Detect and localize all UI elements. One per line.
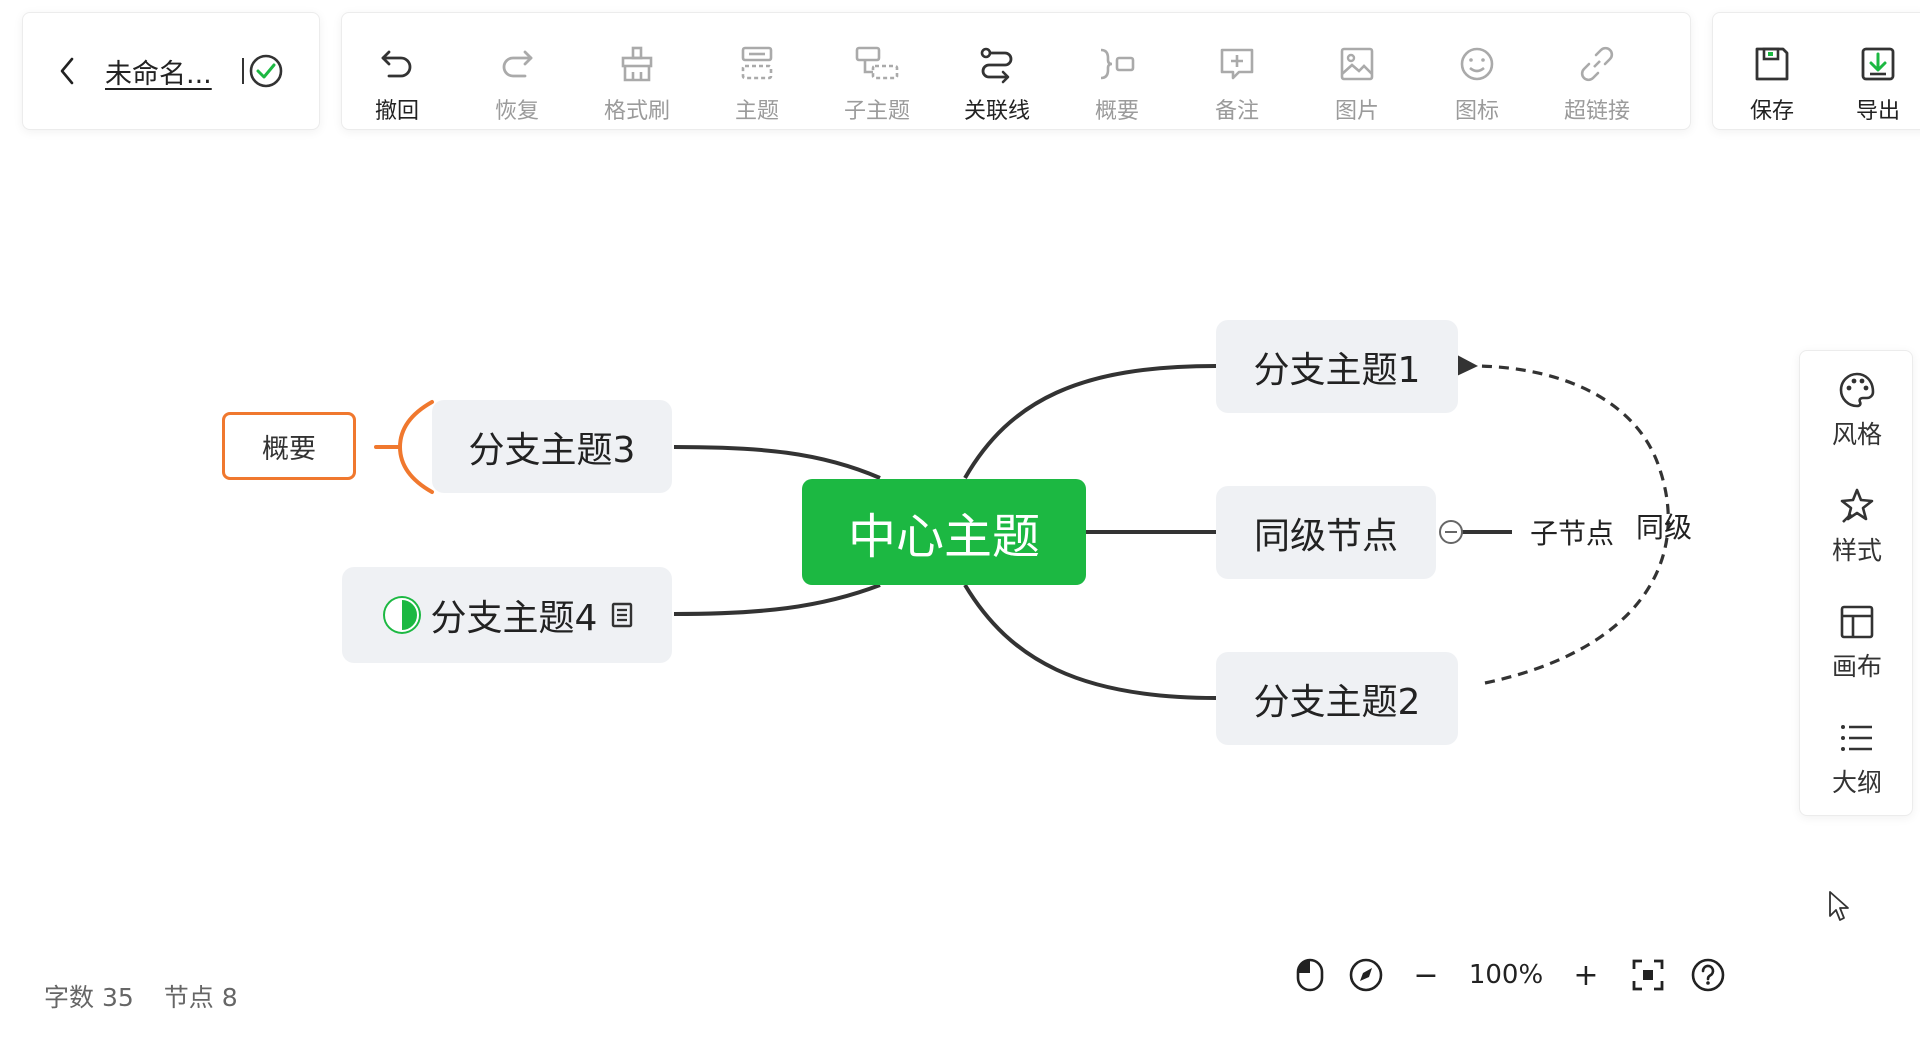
zoom-in-button[interactable]: +: [1566, 955, 1606, 995]
sidebar-item-label: 画布: [1831, 652, 1882, 681]
redo-icon: [502, 50, 533, 78]
branch-topic-2-node[interactable]: 分支主题2: [1216, 652, 1458, 745]
export-icon: [1861, 47, 1895, 81]
emoji-icon: [1460, 47, 1494, 81]
summary-label: 概要: [1094, 99, 1139, 124]
layout-icon: [1840, 605, 1874, 639]
connector-branch3: [673, 445, 881, 480]
hyperlink-icon: [1580, 46, 1614, 82]
note-label: 备注: [1214, 99, 1259, 124]
save-icon: [1755, 47, 1789, 81]
relation-line-label: 关联线: [963, 99, 1030, 124]
toolbar: 撤回 恢复 格式刷 主题 子主题 关联线 概要 备注 图片 图标 超链接: [341, 12, 1691, 130]
emoji-button[interactable]: 图标: [1422, 13, 1532, 131]
image-label: 图片: [1334, 99, 1379, 124]
status-bar: 字数 35 节点 8: [44, 978, 238, 1014]
subtopic-button[interactable]: 子主题: [822, 13, 932, 131]
document-title[interactable]: 未命名...: [105, 52, 212, 91]
branch-topic-4-node[interactable]: 分支主题4: [342, 567, 672, 663]
redo-label: 恢复: [494, 99, 539, 124]
mindmap-canvas[interactable]: 中心主题 分支主题1 同级节点 分支主题2 分支主题3 分支主题4 概要 子节点…: [0, 140, 1920, 920]
undo-icon: [381, 50, 412, 78]
format-painter-label: 格式刷: [603, 99, 670, 124]
outline-icon: [1841, 725, 1872, 751]
topic-label: 主题: [734, 99, 779, 124]
summary-brace: [374, 400, 434, 494]
sidebar-item-canvas[interactable]: 画布: [1800, 583, 1914, 693]
center-topic-node[interactable]: 中心主题: [802, 479, 1086, 585]
summary-button[interactable]: 概要: [1062, 13, 1172, 131]
palette-icon: [1839, 372, 1875, 408]
undo-button[interactable]: 撤回: [342, 13, 452, 131]
subtopic-label: 子主题: [843, 99, 910, 124]
zoom-controls: − 100% +: [1290, 955, 1750, 995]
document-title-panel: 未命名...: [22, 12, 320, 130]
note-button[interactable]: 备注: [1182, 13, 1292, 131]
summary-icon: [1100, 48, 1135, 80]
undo-label: 撤回: [374, 99, 419, 124]
mouse-pointer-icon: [1829, 891, 1849, 921]
topic-icon: [741, 46, 773, 80]
node-count: 节点 8: [163, 983, 238, 1012]
sidebar-item-style[interactable]: 样式: [1800, 467, 1914, 577]
save-label: 保存: [1749, 99, 1794, 124]
sidebar-item-theme[interactable]: 风格: [1800, 351, 1914, 461]
sidebar-item-label: 大纲: [1831, 768, 1882, 797]
format-painter-button[interactable]: 格式刷: [582, 13, 692, 131]
fit-screen-button[interactable]: [1628, 955, 1668, 995]
subtopic-icon: [855, 46, 899, 80]
text-cursor: [241, 58, 244, 84]
style-icon: [1840, 488, 1874, 523]
zoom-level[interactable]: 100%: [1456, 955, 1556, 995]
mouse-icon: [1296, 958, 1324, 992]
right-side-panel: 风格 样式 画布 大纲: [1799, 350, 1913, 816]
relation-line-button[interactable]: 关联线: [942, 13, 1052, 131]
saved-check-icon: [248, 53, 284, 89]
note-indicator-icon[interactable]: [611, 602, 633, 628]
hyperlink-button[interactable]: 超链接: [1542, 13, 1652, 131]
connector-branch2: [963, 583, 1217, 700]
sibling-node[interactable]: 同级节点: [1216, 486, 1436, 579]
image-button[interactable]: 图片: [1302, 13, 1412, 131]
sidebar-item-label: 样式: [1831, 536, 1882, 565]
relation-line-icon: [980, 47, 1013, 84]
help-icon: [1691, 958, 1725, 992]
relation-line-label[interactable]: 同级: [1636, 506, 1692, 546]
redo-button[interactable]: 恢复: [462, 13, 572, 131]
sidebar-item-label: 风格: [1831, 420, 1882, 449]
hyperlink-label: 超链接: [1563, 99, 1630, 124]
progress-icon: [382, 596, 421, 634]
branch-topic-1-node[interactable]: 分支主题1: [1216, 320, 1458, 413]
mouse-mode-button[interactable]: [1290, 955, 1330, 995]
export-button[interactable]: 导出: [1823, 13, 1920, 131]
summary-node[interactable]: 概要: [222, 412, 356, 480]
collapse-toggle-icon[interactable]: [1438, 519, 1464, 545]
help-button[interactable]: [1688, 955, 1728, 995]
file-actions-panel: 保存 导出: [1712, 12, 1920, 130]
navigator-icon: [1349, 958, 1383, 992]
sidebar-item-outline[interactable]: 大纲: [1800, 699, 1914, 809]
connector-branch4: [673, 583, 881, 616]
zoom-out-button[interactable]: −: [1406, 955, 1446, 995]
word-count: 字数 35: [44, 983, 134, 1012]
image-icon: [1340, 47, 1374, 81]
emoji-label: 图标: [1454, 99, 1499, 124]
export-label: 导出: [1855, 99, 1900, 124]
branch-topic-4-label: 分支主题4: [430, 598, 598, 639]
topic-button[interactable]: 主题: [702, 13, 812, 131]
fit-screen-icon: [1632, 959, 1664, 991]
back-button[interactable]: [47, 51, 87, 91]
child-node[interactable]: 子节点: [1530, 512, 1614, 552]
connector-branch1: [963, 364, 1217, 480]
save-button[interactable]: 保存: [1713, 13, 1831, 131]
chevron-left-icon: [60, 57, 74, 85]
format-painter-icon: [621, 46, 653, 82]
note-icon: [1220, 48, 1254, 80]
branch-topic-3-node[interactable]: 分支主题3: [432, 400, 672, 493]
navigator-button[interactable]: [1346, 955, 1386, 995]
